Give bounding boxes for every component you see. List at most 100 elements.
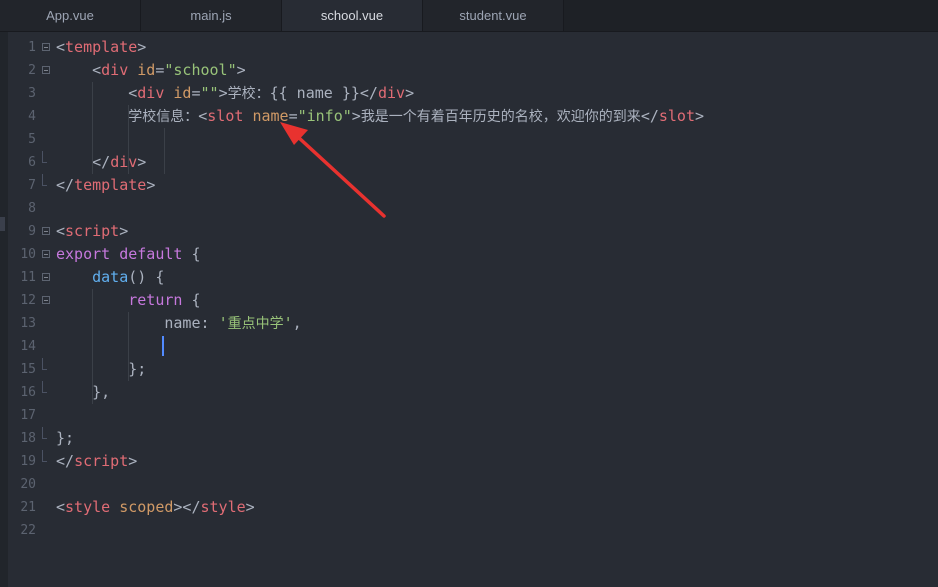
code-token: >: [137, 153, 147, 171]
code-token: style: [65, 498, 111, 516]
line-number: 17: [20, 408, 36, 423]
code-token: div: [110, 153, 138, 171]
code-token: </: [92, 153, 111, 171]
tab-main-js[interactable]: main.js: [141, 0, 282, 31]
code-token: </: [56, 452, 75, 470]
tab-app-vue[interactable]: App.vue: [0, 0, 141, 31]
code-token: 学校信息：: [128, 109, 199, 125]
code-token: id: [137, 61, 156, 79]
fold-toggle-icon[interactable]: [42, 227, 50, 235]
code-token: </: [56, 176, 75, 194]
gutter-row: 3: [8, 82, 52, 105]
code-line: <template>: [56, 36, 938, 59]
code-token: =: [288, 107, 298, 125]
code-token: ></: [173, 498, 201, 516]
line-number: 16: [20, 385, 36, 400]
line-number: 19: [20, 454, 36, 469]
gutter-row: 8: [8, 197, 52, 220]
code-token: >: [351, 107, 361, 125]
line-number: 18: [20, 431, 36, 446]
line-number: 9: [28, 224, 36, 239]
line-number: 21: [20, 500, 36, 515]
code-token: export: [56, 245, 111, 263]
code-line: <script>: [56, 220, 938, 243]
code-line: <div id="">学校：{{ name }}</div>: [56, 82, 938, 105]
code-token: },: [56, 383, 111, 401]
text-cursor: [162, 336, 164, 356]
fold-toggle-icon[interactable]: [42, 43, 50, 51]
code-editor: App.vue main.js school.vue student.vue 1…: [0, 0, 938, 587]
fold-toggle-icon[interactable]: [42, 273, 50, 281]
indent-guide: [128, 105, 129, 174]
left-sidebar-strip: [0, 32, 8, 587]
line-number: 14: [20, 339, 36, 354]
line-number: 2: [28, 63, 36, 78]
code-token: div: [377, 84, 406, 102]
code-line: <div id="school">: [56, 59, 938, 82]
fold-toggle-icon[interactable]: [42, 66, 50, 74]
code-token: <: [198, 107, 208, 125]
line-number: 13: [20, 316, 36, 331]
code-line: </template>: [56, 174, 938, 197]
line-number: 7: [28, 178, 36, 193]
fold-end-icon: [42, 358, 47, 370]
line-number: 4: [28, 109, 36, 124]
code-token: <: [92, 61, 102, 79]
gutter-row: 18: [8, 427, 52, 450]
gutter-row: 15: [8, 358, 52, 381]
code-token: 学校：: [227, 86, 270, 102]
code-token: name:: [56, 314, 219, 332]
code-line: },: [56, 381, 938, 404]
code-token: "": [200, 84, 219, 102]
line-number: 6: [28, 155, 36, 170]
line-number: 12: [20, 293, 36, 308]
code-line: </script>: [56, 450, 938, 473]
gutter-row: 11: [8, 266, 52, 289]
code-token: scoped: [119, 498, 174, 516]
code-token: div: [137, 84, 165, 102]
line-number: 3: [28, 86, 36, 101]
code-token: ': [283, 314, 293, 332]
line-number: 11: [20, 270, 36, 285]
fold-end-icon: [42, 381, 47, 393]
code-line: export default {: [56, 243, 938, 266]
tab-student-vue[interactable]: student.vue: [423, 0, 564, 31]
code-token: {: [182, 245, 201, 263]
gutter-row: 12: [8, 289, 52, 312]
code-token: >: [128, 452, 138, 470]
tab-school-vue[interactable]: school.vue: [282, 0, 423, 31]
code-token: return: [128, 291, 183, 309]
code-token: script: [74, 452, 129, 470]
code-token: slot: [207, 107, 244, 125]
scroll-marker: [0, 217, 5, 231]
gutter-row: 6: [8, 151, 52, 174]
gutter-row: 19: [8, 450, 52, 473]
code-token: >: [137, 38, 147, 56]
code-token: >: [236, 61, 246, 79]
code-token: ': [218, 314, 228, 332]
gutter-row: 13: [8, 312, 52, 335]
line-number: 22: [20, 523, 36, 538]
code-token: script: [65, 222, 120, 240]
code-line: };: [56, 427, 938, 450]
code-area[interactable]: <template> <div id="school"> <div id="">…: [56, 36, 938, 542]
line-number: 15: [20, 362, 36, 377]
code-token: 我是一个有着百年历史的名校，欢迎你的到来: [360, 109, 641, 125]
code-line: 学校信息：<slot name="info">我是一个有着百年历史的名校，欢迎你…: [56, 105, 938, 128]
code-token: </: [640, 107, 659, 125]
fold-toggle-icon[interactable]: [42, 250, 50, 258]
gutter-row: 2: [8, 59, 52, 82]
code-token: 重点中学: [227, 316, 284, 332]
fold-toggle-icon[interactable]: [42, 296, 50, 304]
gutter-row: 9: [8, 220, 52, 243]
code-token: >: [218, 84, 228, 102]
indent-guide: [92, 289, 93, 404]
